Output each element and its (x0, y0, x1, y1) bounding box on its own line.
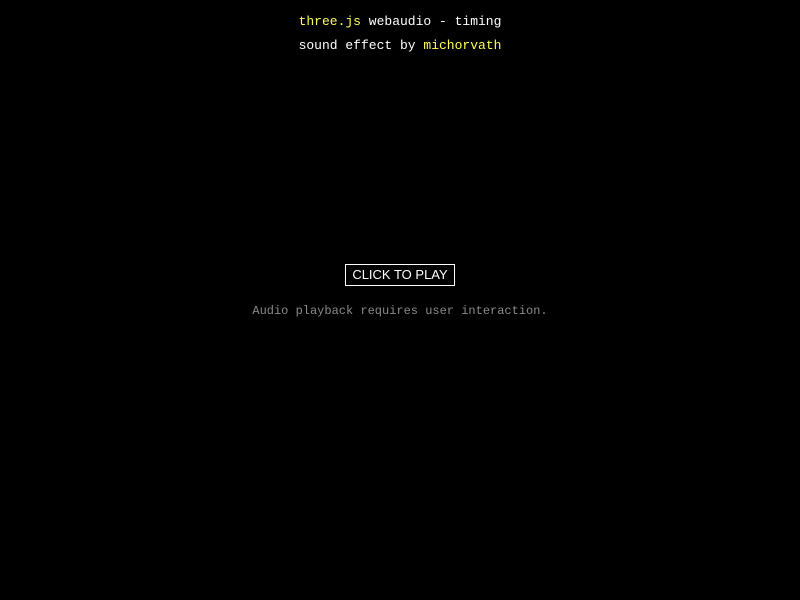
threejs-link[interactable]: three.js (299, 14, 361, 29)
info-credit-line: sound effect by michorvath (0, 34, 800, 58)
author-link[interactable]: michorvath (423, 38, 501, 53)
demo-title-text: webaudio - timing (360, 14, 502, 29)
start-overlay: CLICK TO PLAY Audio playback requires us… (0, 264, 800, 318)
info-header: three.js webaudio - timing sound effect … (0, 10, 800, 58)
info-title-line: three.js webaudio - timing (0, 10, 800, 34)
credit-prefix-text: sound effect by (298, 38, 424, 53)
audio-interaction-note: Audio playback requires user interaction… (252, 304, 548, 318)
click-to-play-button[interactable]: CLICK TO PLAY (345, 264, 455, 286)
